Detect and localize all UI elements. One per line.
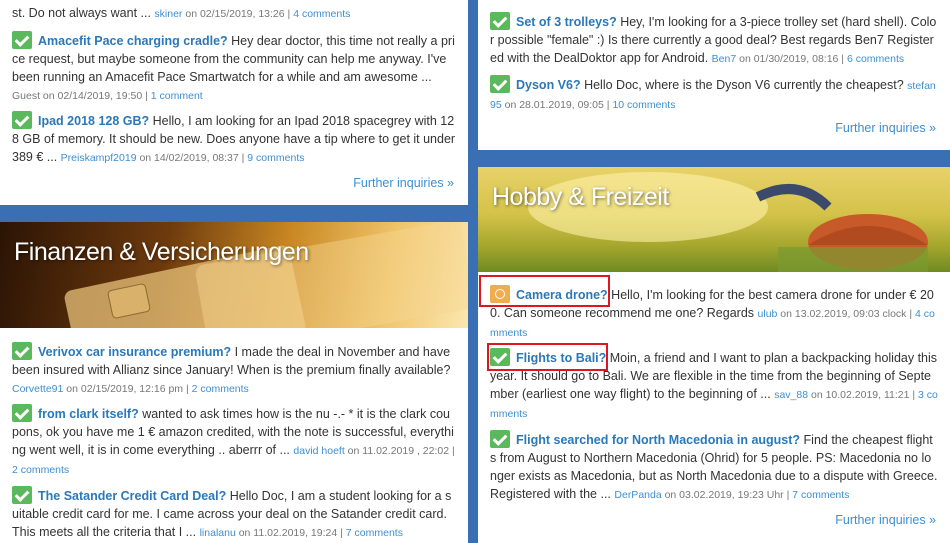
checkmark-icon [490, 75, 510, 93]
post-user[interactable]: skiner [154, 8, 182, 20]
post-user[interactable]: DerPanda [614, 489, 661, 501]
hobby-banner: Hobby & Freizeit [478, 167, 950, 272]
post-title-link[interactable]: Flights to Bali? [516, 351, 606, 365]
checkmark-icon [490, 12, 510, 30]
hobby-card: Hobby & Freizeit Camera drone? Hello, I'… [478, 167, 950, 543]
clock-icon [490, 285, 510, 303]
list-item: Amacefit Pace charging cradle? Hey dear … [0, 31, 468, 105]
finance-banner: Finanzen & Versicherungen [0, 222, 468, 328]
post-user[interactable]: ulub [758, 308, 778, 320]
right-top-card: Set of 3 trolleys? Hey, I'm looking for … [478, 0, 950, 150]
post-title-link[interactable]: Amacefit Pace charging cradle? [38, 34, 228, 48]
post-title-link[interactable]: The Satander Credit Card Deal? [38, 489, 226, 503]
post-date: on 11.02.2019, 19:24 | [235, 527, 346, 539]
post-date: on 01/30/2019, 08:16 | [736, 53, 847, 65]
post-title-link[interactable]: from clark itself? [38, 407, 139, 421]
post-comments-link[interactable]: 9 comments [247, 152, 304, 164]
checkmark-icon [490, 348, 510, 366]
post-title-link[interactable]: Flight searched for North Macedonia in a… [516, 433, 800, 447]
left-column: st. Do not always want ... skiner on 02/… [0, 0, 468, 543]
post-title-link[interactable]: Dyson V6? [516, 78, 581, 92]
list-item: Flight searched for North Macedonia in a… [478, 430, 950, 504]
further-inquiries-link[interactable]: Further inquiries » [835, 513, 936, 527]
post-excerpt: Hello Doc, where is the Dyson V6 current… [580, 78, 904, 92]
post-user[interactable]: Corvette91 [12, 383, 63, 395]
post-user: Guest [12, 90, 41, 102]
post-date: on 02/14/2019, 19:50 | [40, 90, 151, 102]
list-item: Set of 3 trolleys? Hey, I'm looking for … [478, 12, 950, 68]
post-user[interactable]: Ben7 [712, 53, 737, 65]
post-title-link[interactable]: Camera drone? [516, 288, 608, 302]
list-item: The Satander Credit Card Deal? Hello Doc… [0, 486, 468, 542]
post-date: on 13.02.2019, 09:03 clock | [777, 308, 915, 320]
section-title: Hobby & Freizeit [492, 183, 669, 211]
post-date: on 10.02.2019, 11:21 | [808, 389, 919, 401]
post-user[interactable]: sav_88 [774, 389, 808, 401]
post-comments-link[interactable]: 2 comments [192, 383, 249, 395]
list-item: from clark itself? wanted to ask times h… [0, 404, 468, 479]
post-comments-link[interactable]: 6 comments [847, 53, 904, 65]
section-title: Finanzen & Versicherungen [14, 238, 309, 266]
post-date: on 28.01.2019, 09:05 | [501, 99, 613, 111]
post-title-link[interactable]: Verivox car insurance premium? [38, 345, 231, 359]
further-inquiries-link[interactable]: Further inquiries » [835, 121, 936, 135]
list-item: Dyson V6? Hello Doc, where is the Dyson … [478, 75, 950, 114]
left-top-card: st. Do not always want ... skiner on 02/… [0, 0, 468, 205]
list-item: Ipad 2018 128 GB? Hello, I am looking fo… [0, 111, 468, 167]
post-title-link[interactable]: Ipad 2018 128 GB? [38, 114, 149, 128]
finance-card: Finanzen & Versicherungen Verivox car in… [0, 222, 468, 543]
list-item: st. Do not always want ... skiner on 02/… [0, 4, 468, 23]
checkmark-icon [12, 404, 32, 422]
checkmark-icon [12, 486, 32, 504]
post-comments-link[interactable]: 4 comments [293, 8, 350, 20]
post-date: on 02/15/2019, 13:26 | [182, 8, 294, 20]
post-excerpt: st. Do not always want ... [12, 6, 155, 20]
post-date: on 14/02/2019, 08:37 | [136, 152, 248, 164]
further-inquiries-link[interactable]: Further inquiries » [353, 176, 454, 190]
post-comments-link[interactable]: 1 comment [151, 90, 203, 102]
post-user[interactable]: Preiskampf2019 [61, 152, 137, 164]
post-date: on 11.02.2019 , 22:02 | [344, 445, 455, 457]
post-comments-link[interactable]: 10 comments [612, 99, 675, 111]
post-date: on 02/15/2019, 12:16 pm | [63, 383, 192, 395]
right-column: Set of 3 trolleys? Hey, I'm looking for … [478, 0, 950, 543]
list-item: Flights to Bali? Moin, a friend and I wa… [478, 348, 950, 423]
checkmark-icon [12, 342, 32, 360]
post-comments-link[interactable]: 2 comments [12, 464, 69, 476]
post-comments-link[interactable]: 7 comments [346, 527, 403, 539]
list-item: Verivox car insurance premium? I made th… [0, 342, 468, 398]
checkmark-icon [12, 31, 32, 49]
checkmark-icon [490, 430, 510, 448]
post-user[interactable]: linalanu [200, 527, 236, 539]
post-user[interactable]: david hoeft [293, 445, 344, 457]
checkmark-icon [12, 111, 32, 129]
post-title-link[interactable]: Set of 3 trolleys? [516, 15, 617, 29]
post-date: on 03.02.2019, 19:23 Uhr | [661, 489, 793, 501]
post-comments-link[interactable]: 7 comments [792, 489, 849, 501]
list-item: Camera drone? Hello, I'm looking for the… [478, 285, 950, 342]
